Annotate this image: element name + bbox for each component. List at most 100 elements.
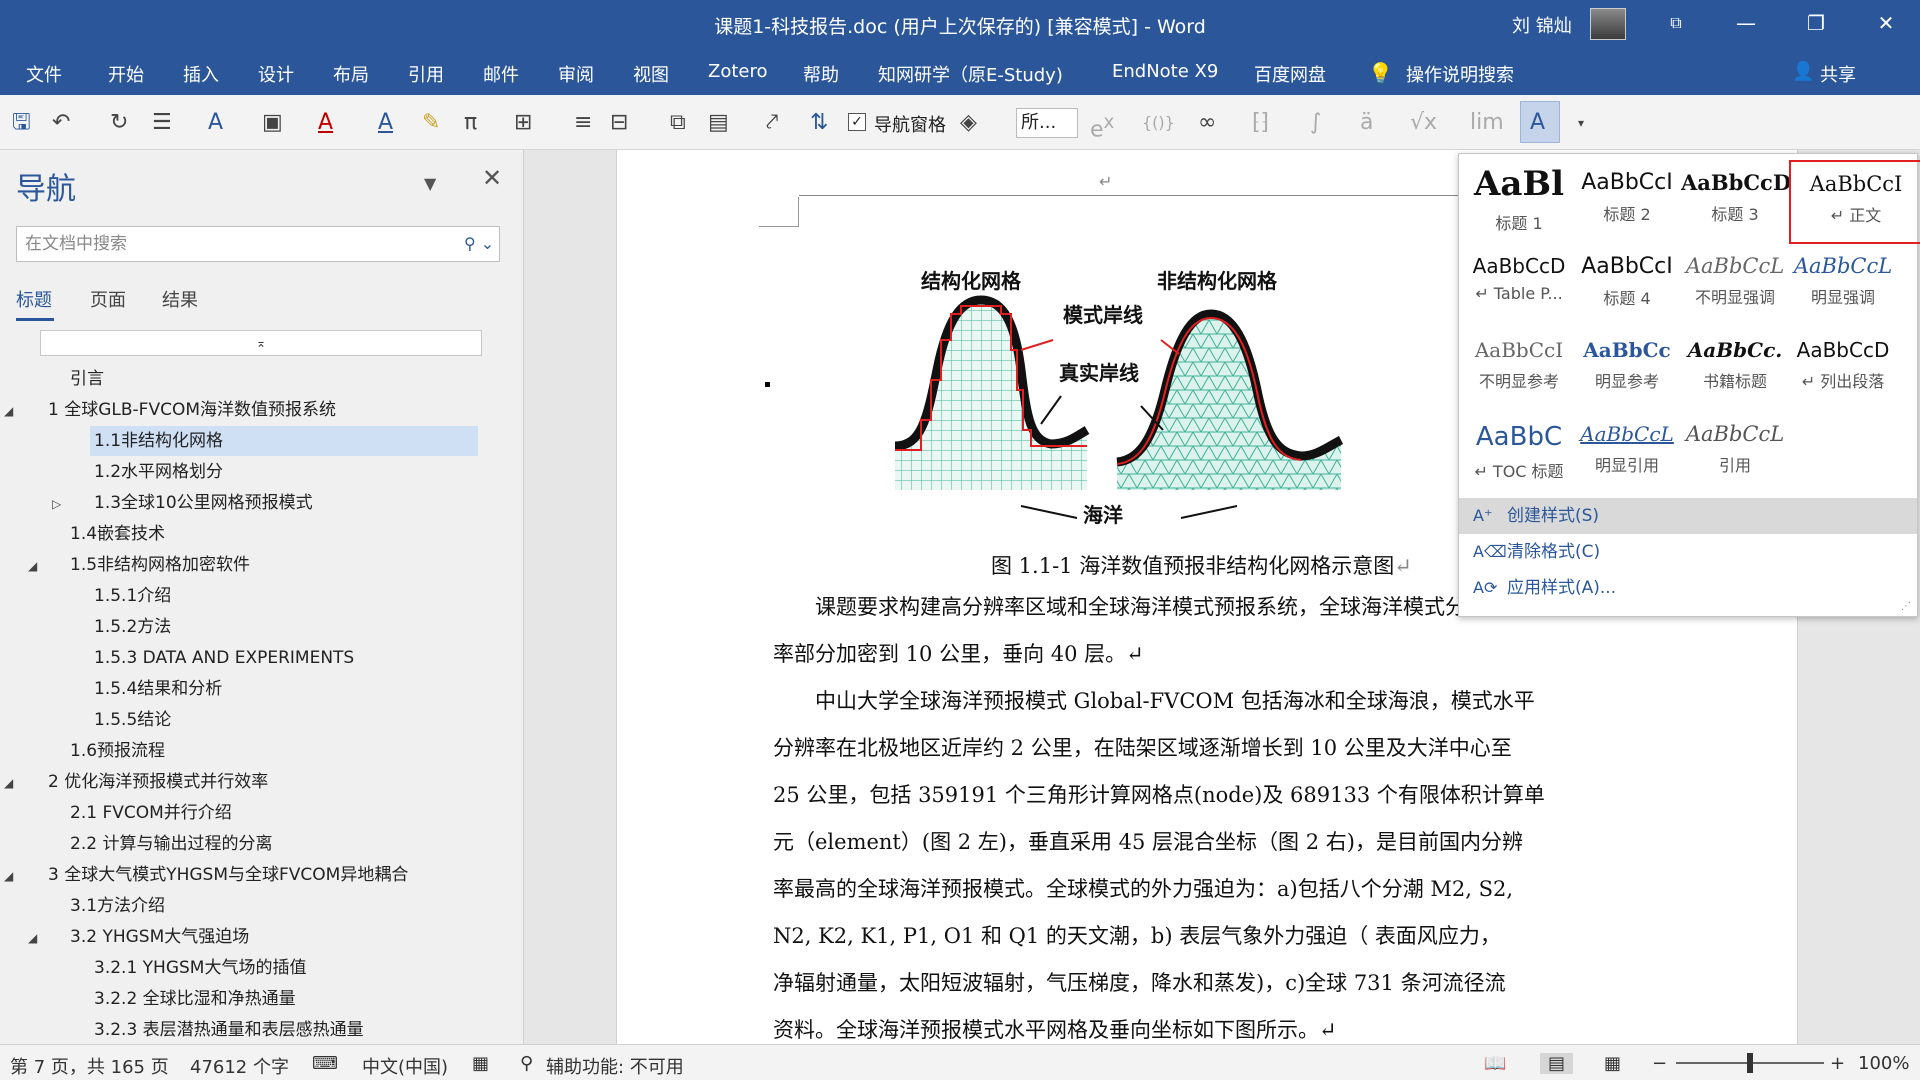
nav-search-input[interactable]: 在文档中搜索 [16,226,500,262]
apply-styles-item[interactable]: A⟳ 应用样式(A)... [1459,570,1917,606]
web-layout-icon[interactable]: ▦ [1604,1053,1621,1074]
proofing-icon[interactable]: ⌨ [312,1053,338,1074]
page-count[interactable]: 第 7 页，共 165 页 [10,1053,169,1079]
tab-file[interactable]: 文件 [26,61,62,87]
borders-icon[interactable]: ⊞ [514,109,532,137]
read-mode-icon[interactable]: 📖 [1484,1053,1506,1074]
shapes-icon[interactable]: ◈ [960,109,977,137]
outline-heading[interactable]: 1.4嵌套技术 [70,519,165,549]
expand-toggle-icon[interactable]: ◢ [4,776,13,790]
outline-heading[interactable]: 3.1方法介绍 [70,891,165,921]
share-button[interactable]: 共享 [1820,61,1856,87]
tell-me-search[interactable]: 操作说明搜索 [1406,61,1514,87]
infinity-icon[interactable]: ∞ [1198,109,1216,137]
nav-tab-results[interactable]: 结果 [162,286,198,312]
limit-icon[interactable]: lim [1470,109,1504,137]
text-highlight-icon[interactable]: A [378,109,393,137]
table-icon[interactable]: ⊟ [610,109,628,137]
outline-heading[interactable]: 1.5.3 DATA AND EXPERIMENTS [94,643,354,673]
outline-heading[interactable]: 1.3全球10公里网格预报模式 [94,488,313,518]
outline-heading[interactable]: 1.2水平网格划分 [94,457,223,487]
style-item[interactable]: AaBl 标题 1 [1465,160,1573,244]
tab-view[interactable]: 视图 [633,61,669,87]
document-icon[interactable]: ▤ [708,109,729,137]
expand-toggle-icon[interactable]: ◢ [28,559,37,573]
style-item[interactable]: AaBbCcL 明显强调 [1789,244,1897,328]
style-item[interactable]: AaBbCcD ↵ 列出段落 [1789,328,1897,412]
ribbon-display-options-icon[interactable]: ⧉ [1656,8,1696,38]
save-icon[interactable]: 🖫 [12,109,31,137]
zoom-slider-thumb[interactable] [1747,1053,1753,1073]
expand-toggle-icon[interactable]: ◢ [4,869,13,883]
language[interactable]: 中文(中国) [362,1053,448,1079]
tab-help[interactable]: 帮助 [803,61,839,87]
create-style-item[interactable]: A⁺ 创建样式(S) [1459,498,1917,534]
copy-icon[interactable]: ⧉ [670,109,686,137]
integral-icon[interactable]: ∫ [1310,109,1321,137]
matrix-icon[interactable]: ⁅⁆ [1252,109,1269,137]
superscript-icon[interactable]: ex [1090,109,1114,142]
minimize-button[interactable]: — [1726,8,1766,38]
style-item[interactable]: AaBbCcD ↵ Table P... [1465,244,1573,328]
tab-baidu-netdisk[interactable]: 百度网盘 [1254,61,1326,87]
style-item[interactable]: AaBbCcD 标题 3 [1681,160,1789,244]
tab-home[interactable]: 开始 [108,61,144,87]
tab-zotero[interactable]: Zotero [708,61,768,82]
outline-heading[interactable]: 1.5.4结果和分析 [94,674,222,704]
chevron-down-icon[interactable]: ▼ [424,174,436,193]
outline-heading[interactable]: 引言 [70,364,104,394]
radical-icon[interactable]: √x [1410,109,1437,137]
accessibility-status[interactable]: 辅助功能: 不可用 [546,1053,684,1079]
word-count[interactable]: 47612 个字 [190,1053,289,1079]
outline-heading[interactable]: 1.5.1介绍 [94,581,171,611]
zoom-out-button[interactable]: − [1652,1053,1667,1074]
outline-heading[interactable]: 3.2.3 表层潜热通量和表层感热通量 [94,1015,364,1044]
outline-heading[interactable]: 1.5非结构网格加密软件 [70,550,250,580]
outline-heading[interactable]: 2.1 FVCOM并行介绍 [70,798,232,828]
style-item[interactable]: AaBbCcI 不明显参考 [1465,328,1573,412]
outline-heading[interactable]: 3.2.2 全球比湿和净热通量 [94,984,296,1014]
style-item[interactable]: AaBbCcI 标题 4 [1573,244,1681,328]
field-icon[interactable]: {()} [1142,109,1175,137]
format-painter-icon[interactable]: ✎ [422,109,440,137]
clear-formatting-item[interactable]: A⌫ 清除格式(C) [1459,534,1917,570]
list-icon[interactable]: ☰ [152,109,172,137]
tab-mailings[interactable]: 邮件 [483,61,519,87]
avatar[interactable] [1590,8,1626,40]
sort-icon[interactable]: ⇅ [810,109,828,137]
font-color-icon[interactable]: A [318,109,333,137]
style-item[interactable]: AaBbCcI 标题 2 [1573,160,1681,244]
outline-heading[interactable]: 2.2 计算与输出过程的分离 [70,829,272,859]
collapse-all-bar[interactable]: ⌅ [40,330,482,356]
text-effects-icon[interactable]: A [208,109,223,137]
picture-icon[interactable]: ▣ [262,109,283,137]
nav-pane-checkbox[interactable]: ✓ [848,113,866,131]
outline-heading[interactable]: 3 全球大气模式YHGSM与全球FVCOM异地耦合 [48,860,408,890]
style-item[interactable]: AaBbCc. 书籍标题 [1681,328,1789,412]
macro-icon[interactable]: ▦ [472,1053,489,1074]
tab-endnote[interactable]: EndNote X9 [1112,61,1218,82]
outline-heading[interactable]: 2 优化海洋预报模式并行效率 [48,767,268,797]
restore-button[interactable]: ❐ [1796,8,1836,38]
expand-toggle-icon[interactable]: ◢ [4,404,13,418]
equation-icon[interactable]: π [464,109,477,137]
align-icon[interactable]: ≡ [574,109,592,137]
tab-review[interactable]: 审阅 [558,61,594,87]
styles-icon[interactable]: A [1530,109,1545,137]
style-item[interactable]: AaBbCc 明显参考 [1573,328,1681,412]
zoom-level[interactable]: 100% [1858,1053,1909,1074]
accent-icon[interactable]: ä [1360,109,1373,137]
outline-heading[interactable]: 3.2 YHGSM大气强迫场 [70,922,249,952]
zoom-in-button[interactable]: + [1830,1053,1845,1074]
tab-references[interactable]: 引用 [408,61,444,87]
undo-icon[interactable]: ↶ [52,109,70,137]
search-icon[interactable]: ⚲ ⌄ [464,234,494,253]
customize-toolbar-icon[interactable]: ▾ [1578,109,1584,137]
close-button[interactable]: ✕ [1866,8,1906,38]
user-name[interactable]: 刘 锦灿 [1512,12,1572,38]
nav-tab-headings[interactable]: 标题 [16,286,52,312]
style-item[interactable]: AaBbCcL 不明显强调 [1681,244,1789,328]
resize-grip-icon[interactable]: ⋰ [1901,601,1911,612]
style-item[interactable]: AaBbCcI ↵ 正文 [1789,160,1920,244]
expand-toggle-icon[interactable]: ▷ [52,497,61,511]
